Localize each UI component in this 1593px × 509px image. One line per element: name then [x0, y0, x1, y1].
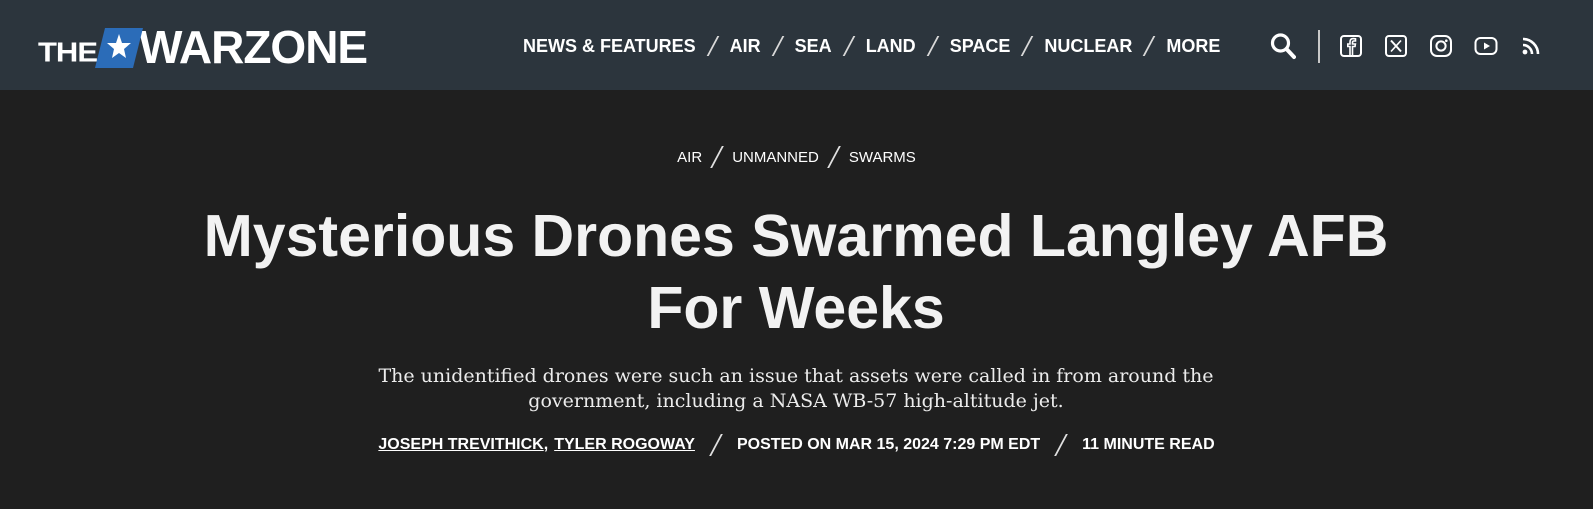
- nav-nuclear[interactable]: NUCLEAR: [1044, 36, 1132, 57]
- nav-land[interactable]: LAND: [866, 36, 916, 57]
- byline-separator: [1054, 434, 1069, 456]
- star-flag-icon: [95, 28, 143, 68]
- main-nav: NEWS & FEATURES AIR SEA LAND SPACE NUCLE…: [523, 34, 1220, 58]
- nav-space[interactable]: SPACE: [950, 36, 1011, 57]
- nav-sea[interactable]: SEA: [795, 36, 832, 57]
- breadcrumb-separator: [827, 146, 841, 168]
- site-header: THE WARZONE NEWS & FEATURES AIR SEA LAND…: [0, 0, 1593, 90]
- posted-date: POSTED ON MAR 15, 2024 7:29 PM EDT: [736, 436, 1041, 453]
- breadcrumb-separator: [710, 146, 725, 168]
- nav-more[interactable]: MORE: [1166, 36, 1220, 57]
- author-link[interactable]: JOSEPH TREVITHICK: [378, 436, 543, 454]
- x-twitter-icon[interactable]: [1384, 34, 1408, 58]
- article-dek: The unidentified drones were such an iss…: [378, 365, 1214, 412]
- nav-separator: [771, 36, 784, 56]
- read-time: 11 MINUTE READ: [1082, 436, 1215, 453]
- nav-separator: [926, 36, 940, 56]
- nav-news-features[interactable]: NEWS & FEATURES: [523, 36, 696, 57]
- instagram-icon[interactable]: [1429, 34, 1453, 58]
- nav-separator: [706, 36, 719, 56]
- nav-separator: [1143, 36, 1156, 56]
- nav-air[interactable]: AIR: [730, 36, 761, 57]
- breadcrumb: AIR UNMANNED SWARMS: [0, 146, 1593, 168]
- byline-separator: [709, 434, 723, 456]
- author-link[interactable]: TYLER ROGOWAY: [554, 436, 695, 454]
- facebook-icon[interactable]: [1339, 34, 1363, 58]
- breadcrumb-air[interactable]: AIR: [677, 149, 702, 166]
- nav-separator: [842, 36, 856, 56]
- article-headline: Mysterious Drones Swarmed Langley AFB Fo…: [203, 203, 1389, 341]
- breadcrumb-unmanned[interactable]: UNMANNED: [732, 149, 819, 166]
- nav-separator: [1021, 36, 1034, 56]
- youtube-icon[interactable]: [1474, 34, 1498, 58]
- header-divider: [1318, 30, 1320, 63]
- author-comma: ,: [543, 436, 549, 453]
- logo-the-text: THE: [38, 36, 98, 68]
- logo-warzone-text: WARZONE: [139, 21, 368, 73]
- article-byline: JOSEPH TREVITHICK , TYLER ROGOWAY POSTED…: [0, 434, 1593, 456]
- site-logo[interactable]: THE WARZONE: [38, 21, 368, 73]
- breadcrumb-swarms[interactable]: SWARMS: [849, 149, 916, 166]
- rss-icon[interactable]: [1519, 34, 1543, 58]
- search-icon[interactable]: [1270, 32, 1296, 60]
